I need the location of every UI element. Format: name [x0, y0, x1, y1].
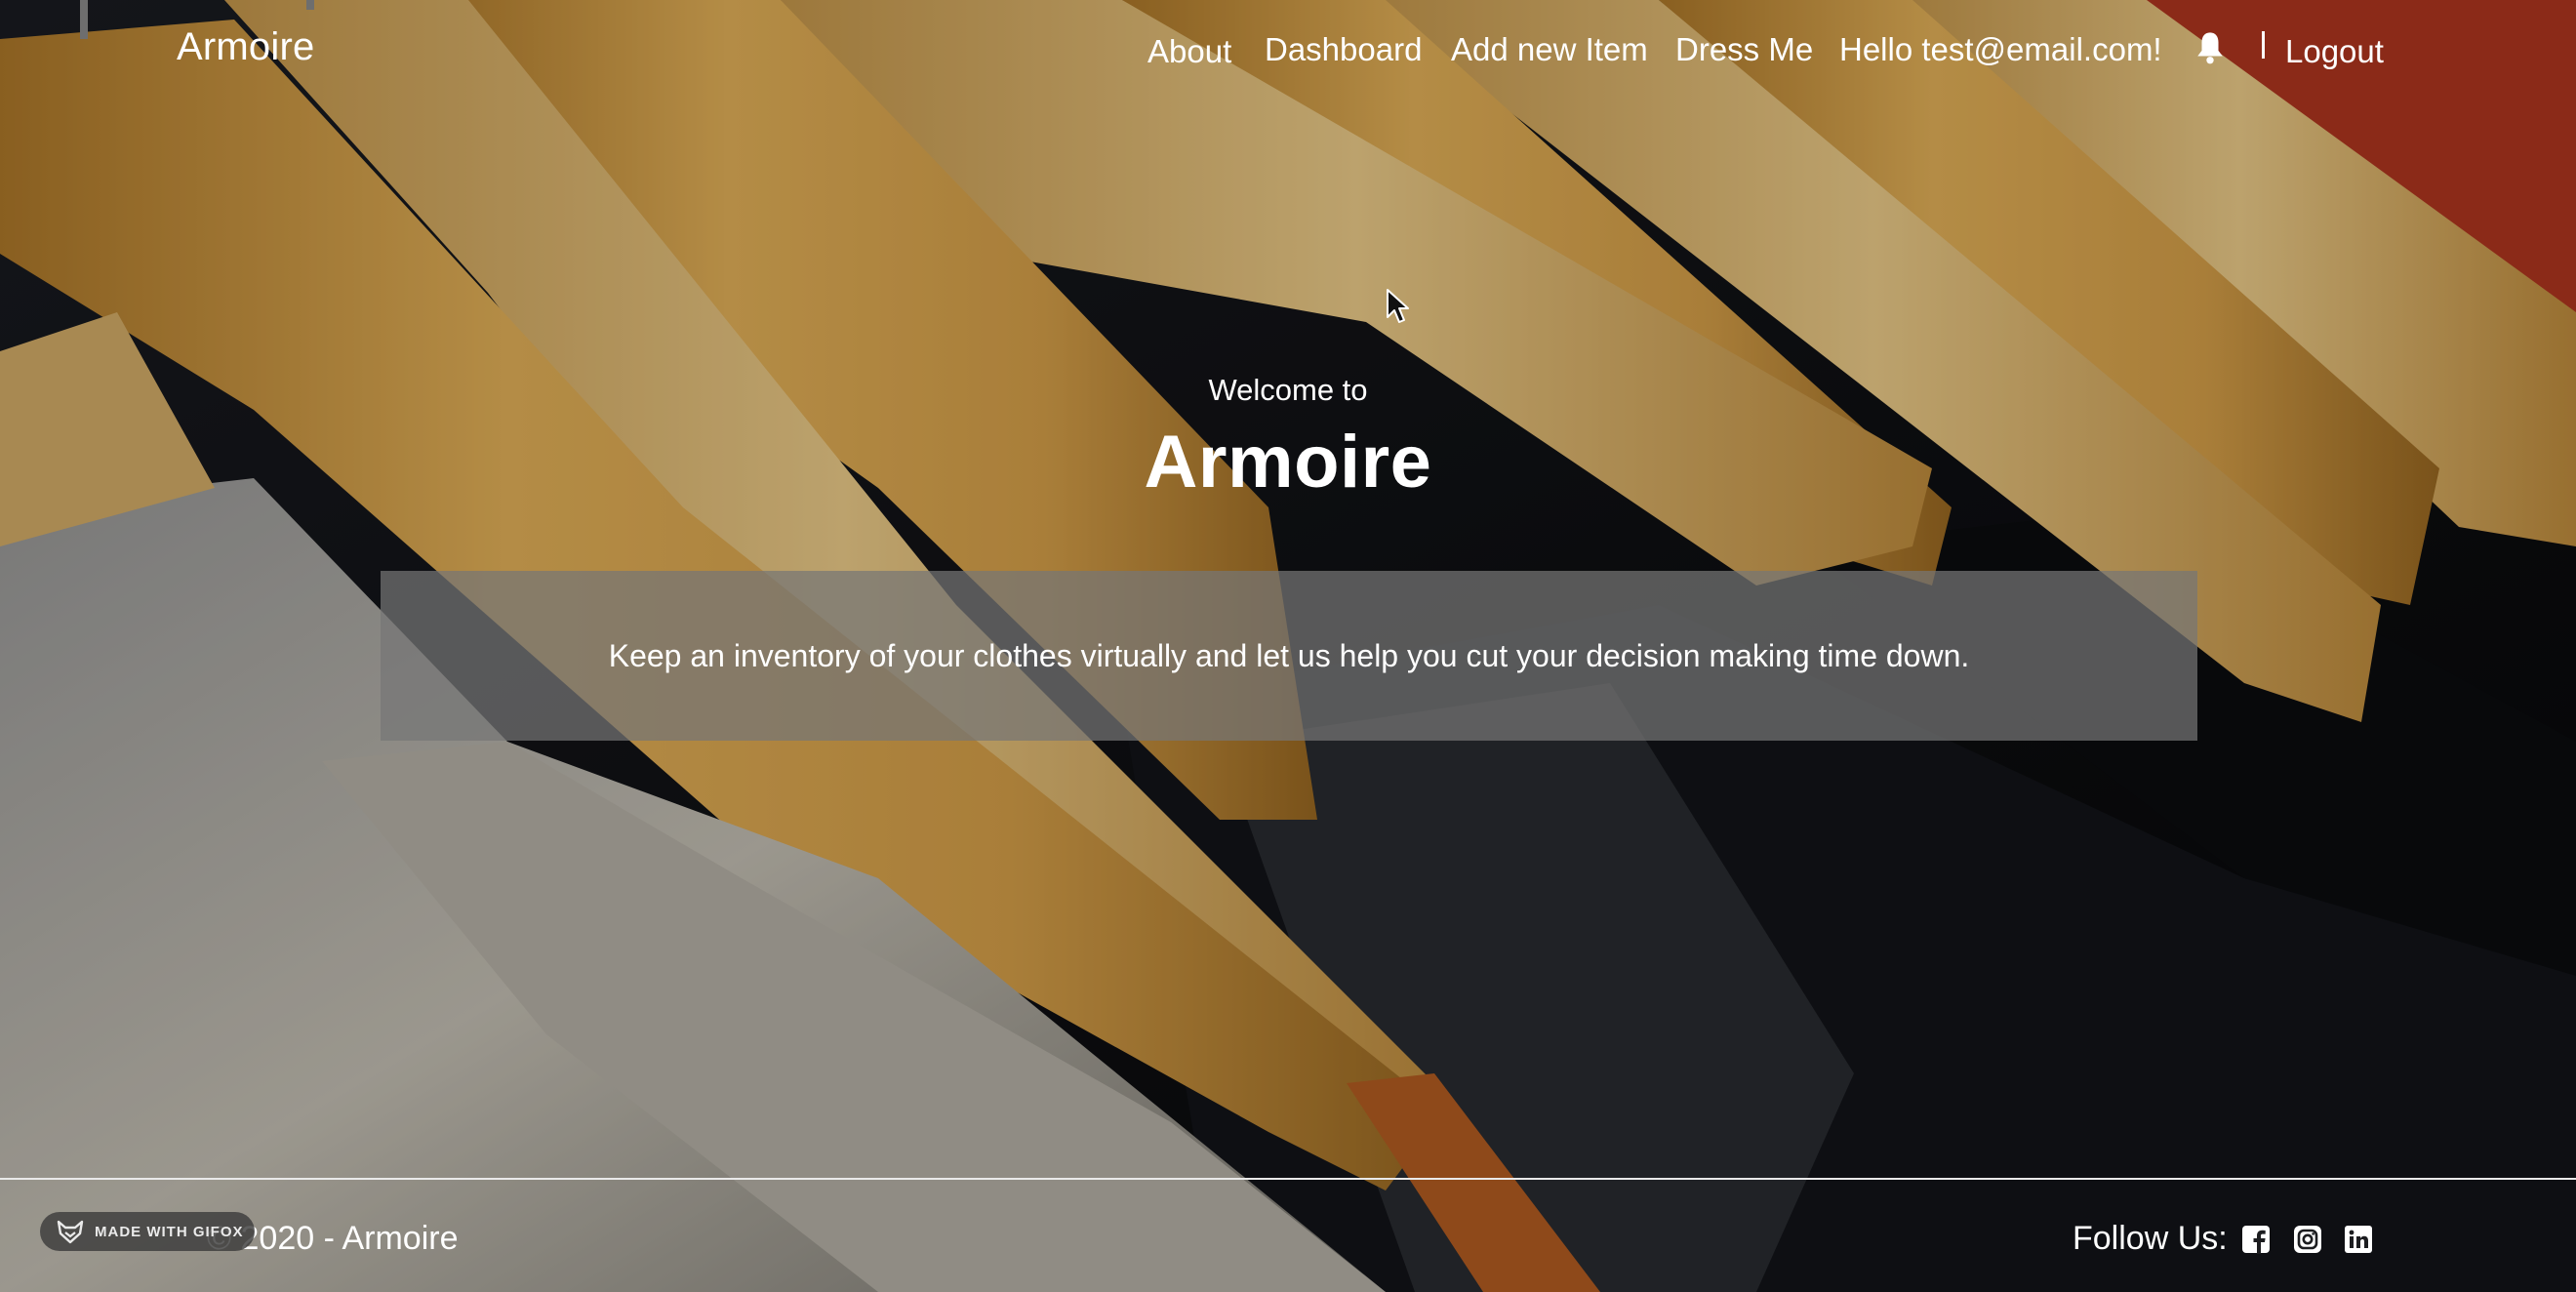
gifox-text: MADE WITH GIFOX	[95, 1223, 244, 1240]
linkedin-icon[interactable]	[2344, 1225, 2373, 1254]
logout-link[interactable]: Logout	[2285, 33, 2384, 70]
hero-subtitle: Welcome to	[1208, 373, 1368, 407]
hero-tagline: Keep an inventory of your clothes virtua…	[608, 637, 1970, 673]
nav-link-dashboard[interactable]: Dashboard	[1265, 31, 1422, 68]
instagram-icon[interactable]	[2293, 1225, 2322, 1254]
facebook-icon[interactable]	[2241, 1225, 2271, 1254]
nav-link-about[interactable]: About	[1147, 33, 1231, 70]
footer-divider	[0, 1178, 2576, 1180]
fox-icon	[57, 1220, 84, 1244]
mouse-cursor-icon	[1387, 289, 1409, 323]
hero-title: Armoire	[1144, 421, 1432, 504]
nav-link-dress-me[interactable]: Dress Me	[1675, 31, 1813, 68]
bell-icon[interactable]	[2194, 29, 2227, 66]
brand-logo[interactable]: Armoire	[177, 25, 314, 69]
nav-link-add-new-item[interactable]: Add new Item	[1451, 31, 1648, 68]
follow-us-label: Follow Us:	[2073, 1220, 2228, 1257]
user-greeting[interactable]: Hello test@email.com!	[1839, 31, 2162, 68]
nav-divider	[2262, 31, 2265, 59]
gifox-watermark-badge: MADE WITH GIFOX	[40, 1212, 255, 1251]
copyright-text: 2020 - Armoire	[240, 1220, 459, 1257]
tagline-box: Keep an inventory of your clothes virtua…	[381, 571, 2197, 741]
